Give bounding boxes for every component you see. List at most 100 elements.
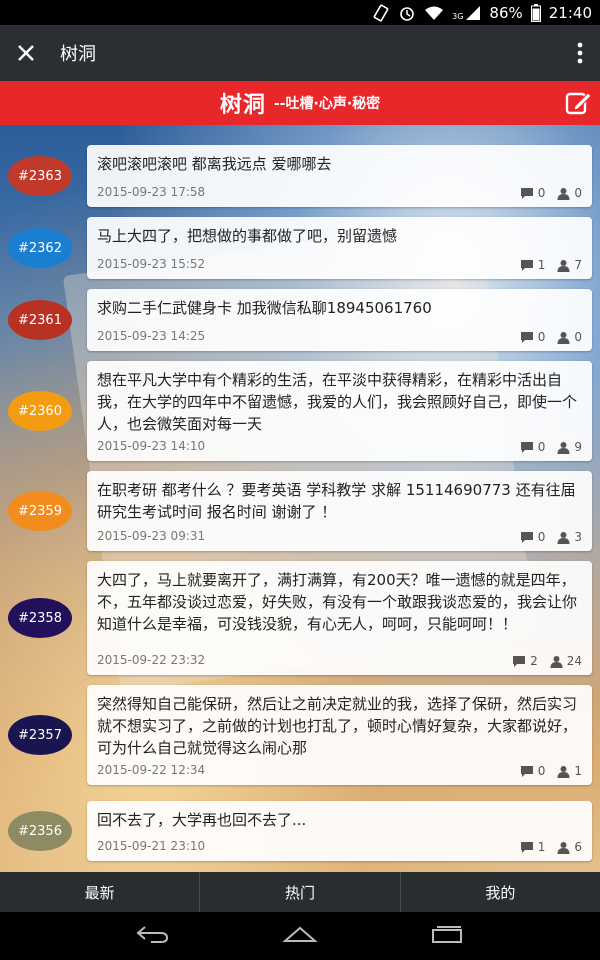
- comment-icon: [520, 441, 533, 453]
- tab-mine[interactable]: 我的: [401, 872, 600, 912]
- like-count: 1: [574, 764, 582, 778]
- post-time: 2015-09-23 09:31: [97, 529, 206, 543]
- post-card[interactable]: 大四了，马上就要离开了，满打满算，有200天？唯一遗憾的就是四年，不，五年都没谈…: [87, 561, 592, 675]
- tab-latest[interactable]: 最新: [0, 872, 201, 912]
- post-text: 大四了，马上就要离开了，满打满算，有200天？唯一遗憾的就是四年，不，五年都没谈…: [97, 571, 578, 633]
- user-icon: [557, 841, 570, 854]
- post-text: 滚吧滚吧滚吧 都离我远点 爱哪哪去: [97, 155, 332, 173]
- comment-count: 0: [537, 330, 546, 344]
- post-text: 在职考研 都考什么 ？要考英语 学科教学 求解 15114690773 还有往届…: [97, 481, 576, 521]
- clock: 21:40: [548, 3, 592, 22]
- comment-count: 2: [530, 654, 538, 668]
- more-vert-icon: [577, 42, 583, 64]
- post-card[interactable]: 滚吧滚吧滚吧 都离我远点 爱哪哪去 2015-09-23 17:58 0 0: [87, 145, 592, 207]
- post-text: 马上大四了，把想做的事都做了吧，别留遗憾: [97, 227, 398, 245]
- rotate-icon: [372, 4, 390, 22]
- post-card[interactable]: 马上大四了，把想做的事都做了吧，别留遗憾 2015-09-23 15:52 1 7: [87, 217, 592, 279]
- post-id-badge: #2361: [8, 300, 72, 340]
- recents-button[interactable]: [429, 924, 465, 948]
- post-stats: 00: [520, 330, 582, 344]
- post-time: 2015-09-23 14:25: [97, 329, 206, 343]
- post-stats: 01: [520, 764, 582, 778]
- comment-icon: [520, 765, 533, 777]
- comment-icon: [520, 531, 533, 543]
- post-id-badge: #2363: [8, 156, 72, 196]
- like-count: 24: [566, 654, 582, 668]
- post-time: 2015-09-22 23:32: [97, 653, 206, 667]
- recents-icon: [431, 926, 462, 943]
- post-id-badge: #2360: [8, 391, 72, 431]
- tab-hot[interactable]: 热门: [200, 872, 401, 912]
- post-card[interactable]: 回不去了，大学再也回不去了... 2015-09-21 23:10 1 6: [87, 801, 592, 861]
- battery-percent: 86%: [489, 3, 523, 22]
- post-id-badge: #2359: [8, 491, 72, 531]
- post-stats: 03: [520, 530, 582, 544]
- user-icon: [557, 331, 570, 344]
- comment-icon: [520, 187, 533, 199]
- status-bar: 3G 86% 21:40: [0, 0, 600, 25]
- user-icon: [557, 531, 570, 544]
- post-stats: 2 24: [512, 654, 582, 668]
- like-count: 7: [574, 258, 582, 272]
- home-icon: [282, 926, 318, 942]
- comment-count: 1: [537, 840, 546, 854]
- like-count: 0: [574, 186, 582, 200]
- post-feed[interactable]: #2363 滚吧滚吧滚吧 都离我远点 爱哪哪去 2015-09-23 17:58 0 0…: [0, 125, 600, 872]
- brand-slogan: --吐槽·心声·秘密: [273, 96, 381, 112]
- network-type: 3G: [452, 11, 464, 21]
- user-icon: [557, 765, 570, 778]
- close-icon: [18, 45, 34, 61]
- home-button[interactable]: [282, 924, 318, 948]
- post-time: 2015-09-23 14:10: [97, 439, 206, 453]
- post-card[interactable]: 在职考研 都考什么 ？要考英语 学科教学 求解 15114690773 还有往届…: [87, 471, 592, 551]
- title-bar: 树洞: [0, 25, 600, 81]
- post-card[interactable]: 突然得知自己能保研，然后让之前决定就业的我，选择了保研，然后实习就不想实习了，之…: [87, 685, 592, 785]
- signal-icon: 3G: [452, 5, 481, 21]
- post-card[interactable]: 求购二手仁武健身卡 加我微信私聊18945061760 2015-09-23 14…: [87, 289, 592, 351]
- post-stats: 17: [520, 258, 582, 272]
- post-text: 求购二手仁武健身卡 加我微信私聊18945061760: [97, 299, 432, 317]
- page-title: 树洞: [60, 44, 96, 65]
- post-text: 突然得知自己能保研，然后让之前决定就业的我，选择了保研，然后实习就不想实习了，之…: [97, 695, 578, 757]
- battery-icon: [530, 3, 541, 22]
- post-time: 2015-09-23 15:52: [97, 257, 206, 271]
- alarm-icon: [398, 4, 416, 22]
- comment-count: 0: [537, 764, 546, 778]
- user-icon: [557, 259, 570, 272]
- comment-icon: [520, 331, 533, 343]
- post-time: 2015-09-22 12:34: [97, 763, 206, 777]
- comment-count: 0: [537, 186, 546, 200]
- like-count: 6: [574, 840, 582, 854]
- post-card[interactable]: 想在平凡大学中有个精彩的生活，在平淡中获得精彩，在精彩中活出自我，在大学的四年中…: [87, 361, 592, 461]
- post-id-badge: #2356: [8, 811, 72, 851]
- post-stats: 09: [520, 440, 582, 454]
- post-id-badge: #2358: [8, 598, 72, 638]
- like-count: 9: [574, 440, 582, 454]
- user-icon: [557, 187, 570, 200]
- comment-icon: [520, 841, 533, 853]
- post-stats: 16: [520, 840, 582, 854]
- post-time: 2015-09-21 23:10: [97, 839, 206, 853]
- user-icon: [557, 441, 570, 454]
- post-text: 回不去了，大学再也回不去了...: [97, 811, 307, 829]
- comment-count: 1: [537, 258, 546, 272]
- wifi-icon: [424, 5, 444, 21]
- compose-button[interactable]: [564, 89, 592, 117]
- like-count: 3: [574, 530, 582, 544]
- back-button[interactable]: [135, 924, 171, 948]
- system-nav-bar: [0, 912, 600, 960]
- more-menu-button[interactable]: [560, 25, 600, 81]
- brand-title: 树洞: [219, 93, 266, 118]
- post-id-badge: #2362: [8, 228, 72, 268]
- post-id-badge: #2357: [8, 715, 72, 755]
- like-count: 0: [574, 330, 582, 344]
- post-time: 2015-09-23 17:58: [97, 185, 206, 199]
- close-button[interactable]: [2, 25, 50, 81]
- comment-count: 0: [537, 440, 546, 454]
- bottom-tab-bar: 最新 热门 我的: [0, 872, 600, 912]
- comment-count: 0: [537, 530, 546, 544]
- post-text: 想在平凡大学中有个精彩的生活，在平淡中获得精彩，在精彩中活出自我，在大学的四年中…: [97, 371, 578, 433]
- app-header: 树洞 --吐槽·心声·秘密: [0, 81, 600, 125]
- back-icon: [136, 926, 169, 943]
- user-icon: [550, 655, 563, 668]
